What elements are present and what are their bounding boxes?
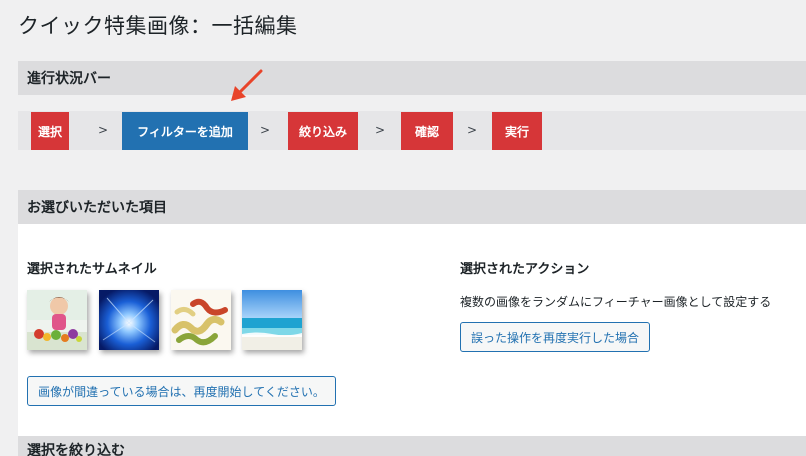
step-separator: > <box>260 123 271 137</box>
page-title: クイック特集画像：一括編集 <box>18 14 298 38</box>
progress-section-header: 進行状況バー <box>18 61 806 95</box>
selected-items-title: お選びいただいた項目 <box>27 200 167 216</box>
step-separator: > <box>467 123 478 137</box>
action-heading: 選択されたアクション <box>460 262 590 277</box>
action-description: 複数の画像をランダムにフィーチャー画像として設定する <box>460 295 772 309</box>
step-confirm[interactable]: 確認 <box>401 112 453 150</box>
step-execute[interactable]: 実行 <box>492 112 542 150</box>
child-with-fruit-image <box>27 290 87 350</box>
blue-light-burst-image <box>99 290 159 350</box>
progress-section-title: 進行状況バー <box>27 71 111 87</box>
restart-selection-button[interactable]: 画像が間違っている場合は、再度開始してください。 <box>27 376 336 406</box>
step-separator: > <box>98 123 109 137</box>
step-add-filter[interactable]: フィルターを追加 <box>122 112 248 150</box>
narrow-selection-header: 選択を絞り込む <box>18 436 806 456</box>
annotation-arrow-icon <box>231 69 263 101</box>
pasta-fusilli-image <box>171 290 231 350</box>
step-narrow[interactable]: 絞り込み <box>288 112 358 150</box>
progress-steps: 選択 > フィルターを追加 > 絞り込み > 確認 > 実行 <box>18 111 806 150</box>
thumbnails-heading: 選択されたサムネイル <box>27 262 157 277</box>
beach-ocean-image <box>242 290 302 350</box>
selected-items-header: お選びいただいた項目 <box>18 190 806 224</box>
selected-items-panel: 選択されたサムネイル 画像が間違っている場合は、再度開始してください。 選択され… <box>18 224 806 436</box>
step-separator: > <box>375 123 386 137</box>
wrong-action-button[interactable]: 誤った操作を再度実行した場合 <box>460 322 650 352</box>
narrow-selection-title: 選択を絞り込む <box>27 443 125 456</box>
step-select[interactable]: 選択 <box>31 112 69 150</box>
